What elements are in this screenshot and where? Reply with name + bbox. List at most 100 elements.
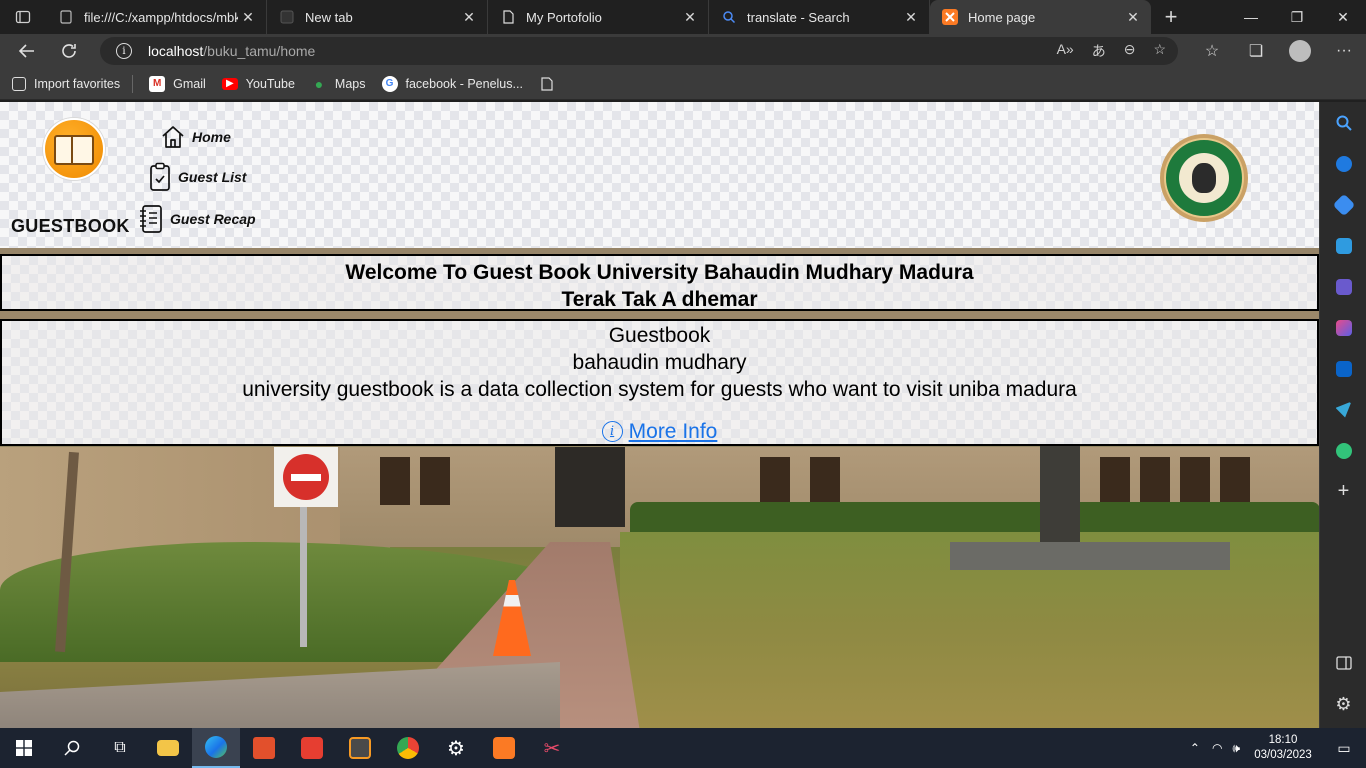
back-button[interactable] [6,34,48,68]
nav-home-label: Home [192,129,231,145]
add-favorite-icon[interactable]: ☆ [1153,41,1166,61]
window-controls: — ❐ ✕ [1228,0,1366,34]
settings-app-icon[interactable]: ⚙ [432,728,480,768]
notifications-icon[interactable]: ▭ [1322,740,1366,757]
tools-icon[interactable] [1320,225,1366,266]
address-bar-actions: A» あ ⊖ ☆ [1057,41,1178,61]
sublime-text-icon[interactable] [336,728,384,768]
hide-sidebar-icon[interactable] [1320,642,1366,683]
url-host: localhost [148,43,204,59]
zoom-icon[interactable]: ⊖ [1124,41,1136,61]
tab-actions-icon [15,10,31,24]
browser-tab[interactable]: file:///C:/xampp/htdocs/mbkm ✕ [46,0,267,34]
google-icon: G [381,75,398,92]
youtube-icon: ▶ [221,77,238,90]
send-icon[interactable] [1320,389,1366,430]
xampp-app-icon[interactable] [480,728,528,768]
address-bar[interactable]: i localhost/buku_tamu/home A» あ ⊖ ☆ [100,37,1178,65]
chrome-icon[interactable] [384,728,432,768]
browser-tab[interactable]: New tab ✕ [267,0,488,34]
games-icon[interactable] [1320,266,1366,307]
tab-title: New tab [305,9,353,25]
settings-gear-icon[interactable]: ⚙ [1320,684,1366,725]
translate-icon[interactable]: あ [1092,41,1106,61]
search-icon [721,9,737,25]
refresh-icon [62,44,76,58]
read-aloud-icon[interactable]: A» [1057,41,1074,61]
favorite-label: Import favorites [34,76,121,91]
no-entry-sign [274,447,338,507]
back-arrow-icon [18,44,34,58]
wps-office-icon[interactable] [288,728,336,768]
site-header: GUESTBOOK Home Guest List Guest Recap [0,102,1319,248]
favorite-facebook[interactable]: G facebook - Penelus... [381,75,523,92]
collections-icon[interactable]: ❏ [1234,34,1278,68]
taskbar-clock[interactable]: 18:10 03/03/2023 [1244,733,1322,763]
refresh-button[interactable] [48,34,90,68]
welcome-title: Welcome To Guest Book University Bahaudi… [345,261,974,284]
close-tab-icon[interactable]: ✕ [238,9,258,26]
more-menu-icon[interactable]: ··· [1322,34,1366,68]
nav-guest-recap-link[interactable]: Guest Recap [138,204,256,234]
windows-start-icon[interactable] [0,728,48,768]
favorites-icon[interactable]: ☆ [1190,34,1234,68]
new-tab-button[interactable]: + [1151,4,1191,30]
minimize-icon[interactable]: — [1228,0,1274,34]
windows-taskbar: ⧉ ⚙ ✂ ⌃ ◠ 🕪 18:10 03/03/2023 ▭ [0,728,1366,768]
browser-tab[interactable]: My Portofolio ✕ [488,0,709,34]
taskbar-search-icon[interactable] [48,728,96,768]
more-info-link[interactable]: i More Info [601,418,717,445]
browser-tab-active[interactable]: Home page ✕ [930,0,1151,34]
notebook-icon [138,204,164,234]
gmail-icon: M [149,75,166,92]
close-tab-icon[interactable]: ✕ [901,9,921,26]
file-explorer-icon[interactable] [144,728,192,768]
favorite-gmail[interactable]: M Gmail [149,75,206,92]
file-icon [58,9,74,25]
outlook-icon[interactable] [1320,348,1366,389]
favorite-maps[interactable]: ● Maps [311,76,366,92]
close-tab-icon[interactable]: ✕ [1123,9,1143,26]
document-icon [500,9,516,25]
snipping-tool-icon[interactable]: ✂ [528,728,576,768]
favorite-youtube[interactable]: ▶ YouTube [221,76,295,91]
tab-title: translate - Search [747,9,850,25]
show-hidden-icons[interactable]: ⌃ [1190,741,1200,755]
nav-home-link[interactable]: Home [160,124,231,150]
site-info-icon[interactable]: i [116,43,132,59]
guestbook-logo[interactable] [43,118,105,180]
info-subtitle: bahaudin mudhary [572,351,747,374]
edge-browser-icon[interactable] [192,728,240,768]
favorite-label: YouTube [245,76,295,91]
university-emblem [1160,134,1248,222]
tab-title: My Portofolio [526,9,602,25]
browser-tab[interactable]: translate - Search ✕ [709,0,930,34]
task-view-icon[interactable]: ⧉ [96,728,144,768]
sidebar-search-icon[interactable] [1320,102,1366,143]
founder-portrait-icon [1192,163,1216,193]
maximize-icon[interactable]: ❐ [1274,0,1320,34]
favorite-import[interactable]: Import favorites [12,76,121,91]
close-tab-icon[interactable]: ✕ [680,9,700,26]
office-app-icon[interactable] [240,728,288,768]
nav-guest-list-link[interactable]: Guest List [148,162,246,192]
info-title: Guestbook [608,324,711,347]
close-tab-icon[interactable]: ✕ [459,9,479,26]
profile-avatar[interactable] [1289,40,1311,62]
shopping-tag-icon[interactable] [1320,184,1366,225]
nav-guest-recap-label: Guest Recap [170,211,256,227]
welcome-banner: Welcome To Guest Book University Bahaudi… [0,254,1319,311]
tab-actions-button[interactable] [0,0,46,34]
favorite-page[interactable] [539,76,563,92]
bing-chat-icon[interactable] [1320,143,1366,184]
add-sidebar-icon[interactable]: + [1320,471,1366,512]
system-tray: ⌃ ◠ 🕪 18:10 03/03/2023 ▭ [1190,733,1366,763]
newtab-icon [279,9,295,25]
office-icon[interactable] [1320,307,1366,348]
volume-icon[interactable]: 🕪 [1232,741,1240,756]
network-icon[interactable]: ◠ [1212,741,1222,755]
brand-title: GUESTBOOK [11,216,130,236]
close-window-icon[interactable]: ✕ [1320,0,1366,34]
tree-icon[interactable] [1320,430,1366,471]
clipboard-icon [148,162,172,192]
